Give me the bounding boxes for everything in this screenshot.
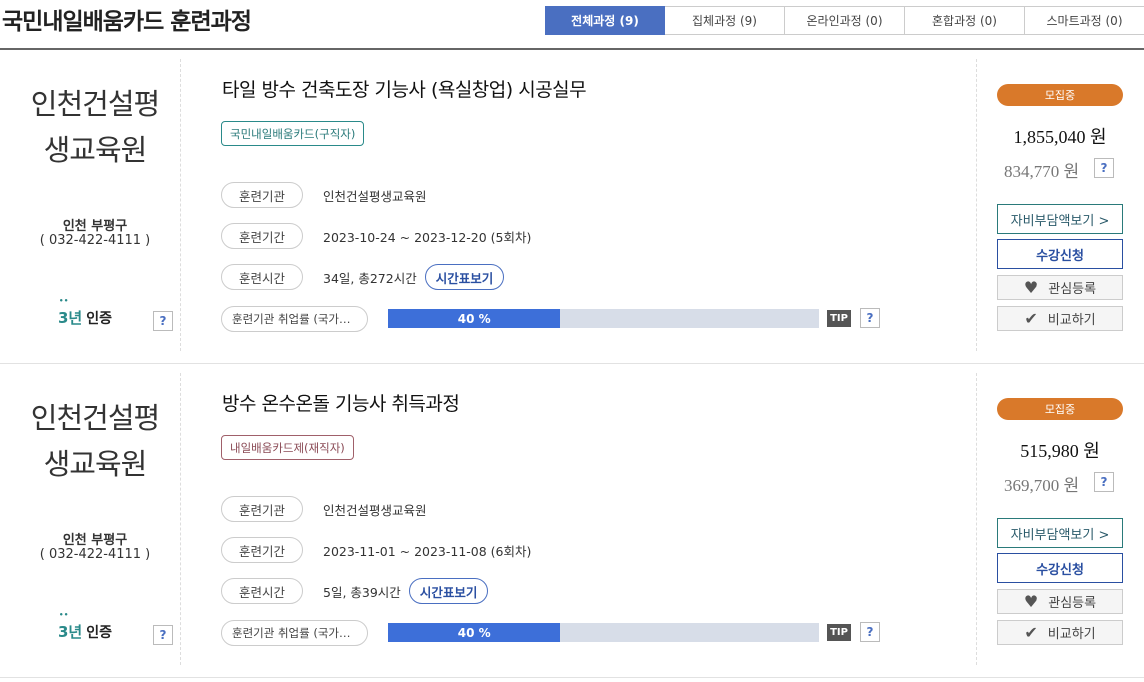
heart-icon: ♥ [1023,592,1039,611]
employment-rate-label[interactable]: 훈련기관 취업률 (국가… [221,306,368,332]
compare-button[interactable]: ✔ 비교하기 [997,620,1123,645]
employment-rate-label[interactable]: 훈련기관 취업률 (국가… [221,620,368,646]
info-row-employment: 훈련기관 취업률 (국가… [221,306,368,332]
course-title[interactable]: 타일 방수 건축도장 기능사 (욕실창업) 시공실무 [222,75,587,102]
info-row-hours: 훈련시간 5일, 총39시간 시간표보기 [221,578,489,604]
cert-help-button[interactable]: ? [153,311,173,331]
cert-year: 3년 [58,611,82,642]
course-card: 인천건설평 생교육원 인천 부평구 ( 032-422-4111 ) 3년 인증… [0,365,1144,678]
page-title: 국민내일배움카드 훈련과정 [2,9,252,35]
rate-help-button[interactable]: ? [860,308,880,328]
self-pay-button[interactable]: 자비부담액보기 > [997,518,1123,548]
timetable-button[interactable]: 시간표보기 [424,264,505,290]
wishlist-label: 관심등록 [1048,596,1097,611]
hours-value: 34일, 총272시간 [323,270,417,286]
institution-region: 인천 부평구 [62,533,128,548]
check-icon: ✔ [1024,623,1038,642]
info-row-hours: 훈련시간 34일, 총272시간 시간표보기 [221,264,505,290]
certification-badge: 3년 인증 [58,611,113,642]
employment-rate-bar: 40 % [388,623,819,642]
check-icon: ✔ [1024,309,1038,328]
period-value: 2023-11-01 ~ 2023-11-08 (6회차) [323,543,532,559]
institution-label: 훈련기관 [221,496,303,522]
compare-label: 비교하기 [1047,627,1096,642]
apply-button[interactable]: 수강신청 [997,239,1123,269]
employment-rate-text: 40 % [457,311,491,326]
period-label: 훈련기간 [221,223,303,249]
course-card: 인천건설평 생교육원 인천 부평구 ( 032-422-4111 ) 3년 인증… [0,51,1144,364]
header-divider [0,48,1144,50]
info-row-institution: 훈련기관 인천건설평생교육원 [221,496,427,522]
heart-icon: ♥ [1023,278,1039,297]
hours-label: 훈련시간 [221,578,303,604]
wishlist-button[interactable]: ♥ 관심등록 [997,589,1123,614]
tip-button[interactable]: TIP [827,310,851,327]
cert-label: 인증 [86,311,113,327]
tab-online[interactable]: 온라인과정 (0) [785,6,905,35]
wishlist-label: 관심등록 [1048,282,1097,297]
tab-smart[interactable]: 스마트과정 (0) [1025,6,1144,35]
compare-label: 비교하기 [1047,313,1096,328]
employment-rate-bar: 40 % [388,309,819,328]
course-price: 515,980 원 [1020,441,1100,461]
info-row-period: 훈련기간 2023-11-01 ~ 2023-11-08 (6회차) [221,537,531,563]
self-pay-price: 369,700 원 [1004,476,1080,495]
cert-label: 인증 [86,625,113,641]
tab-classroom[interactable]: 집체과정 (9) [665,6,785,35]
self-pay-button[interactable]: 자비부담액보기 > [997,204,1123,234]
status-badge: 모집중 [997,398,1123,420]
certification-badge: 3년 인증 [58,297,113,328]
institution-region: 인천 부평구 [62,219,128,234]
rate-help-button[interactable]: ? [860,622,880,642]
hours-value: 5일, 총39시간 [323,584,401,600]
course-type-badge: 국민내일배움카드(구직자) [221,121,365,146]
info-row-employment: 훈련기관 취업률 (국가… [221,620,368,646]
apply-button[interactable]: 수강신청 [997,553,1123,583]
institution-phone: ( 032-422-4111 ) [39,547,151,562]
institution-value: 인천건설평생교육원 [323,188,427,204]
period-label: 훈련기간 [221,537,303,563]
column-divider [976,373,977,665]
column-divider [976,59,977,351]
employment-rate-text: 40 % [457,625,491,640]
compare-button[interactable]: ✔ 비교하기 [997,306,1123,331]
wishlist-button[interactable]: ♥ 관심등록 [997,275,1123,300]
institution-phone: ( 032-422-4111 ) [39,233,151,248]
course-type-badge: 내일배움카드제(재직자) [221,435,354,460]
institution-value: 인천건설평생교육원 [323,502,427,518]
course-price: 1,855,040 원 [1013,127,1107,147]
hours-label: 훈련시간 [221,264,303,290]
period-value: 2023-10-24 ~ 2023-12-20 (5회차) [323,229,532,245]
status-badge: 모집중 [997,84,1123,106]
info-row-institution: 훈련기관 인천건설평생교육원 [221,182,427,208]
self-pay-price: 834,770 원 [1004,162,1080,181]
info-row-period: 훈련기간 2023-10-24 ~ 2023-12-20 (5회차) [221,223,531,249]
tab-all[interactable]: 전체과정 (9) [545,6,665,35]
cert-help-button[interactable]: ? [153,625,173,645]
price-help-button[interactable]: ? [1094,472,1114,492]
course-title[interactable]: 방수 온수온돌 기능사 취득과정 [222,389,460,416]
tab-blended[interactable]: 혼합과정 (0) [905,6,1025,35]
cert-year: 3년 [58,297,82,328]
institution-label: 훈련기관 [221,182,303,208]
tip-button[interactable]: TIP [827,624,851,641]
price-help-button[interactable]: ? [1094,158,1114,178]
institution-name: 인천건설평 생교육원 [30,87,160,167]
institution-name: 인천건설평 생교육원 [30,401,160,481]
timetable-button[interactable]: 시간표보기 [408,578,489,604]
course-type-tabs: 전체과정 (9) 집체과정 (9) 온라인과정 (0) 혼합과정 (0) 스마트… [545,6,1144,35]
